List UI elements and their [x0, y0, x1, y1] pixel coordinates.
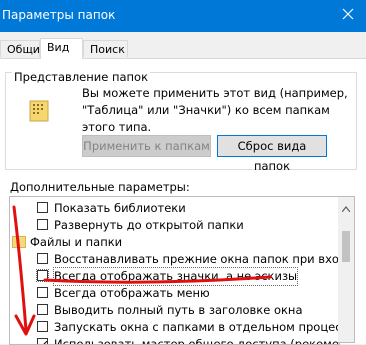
list-scrollbar[interactable] [338, 196, 355, 343]
advanced-settings-list: Показать библиотеки Развернуть до открыт… [9, 196, 340, 345]
list-item[interactable]: Показать библиотеки [10, 200, 330, 217]
tab-general[interactable]: Общие [0, 40, 47, 57]
checkbox[interactable] [37, 253, 48, 264]
reset-folders-button[interactable]: Сброс вида папок [217, 135, 327, 173]
list-item[interactable]: Запускать окна с папками в отдельном про… [10, 319, 339, 336]
scroll-up-icon[interactable] [341, 201, 351, 213]
list-item[interactable]: Восстанавливать прежние окна папок при в… [10, 251, 339, 268]
title-bar: Параметры папок [0, 0, 366, 32]
close-icon[interactable] [338, 4, 358, 24]
scroll-thumb[interactable] [342, 231, 350, 262]
list-item-label: Выводить полный путь в заголовке окна [54, 303, 303, 317]
list-item-label: Всегда отображать значки, а не эскизы [52, 267, 299, 286]
list-item-label: Показать библиотеки [54, 201, 186, 215]
list-item-label: Файлы и папки [30, 235, 123, 249]
list-item[interactable]: Выводить полный путь в заголовке окна [10, 302, 330, 319]
folder-views-description: Вы можете применить этот вид (например, … [82, 86, 348, 134]
list-item[interactable]: Всегда отображать меню [10, 285, 330, 302]
advanced-settings-label: Дополнительные параметры: [10, 180, 190, 194]
checkbox[interactable] [37, 287, 48, 298]
apply-to-folders-button[interactable]: Применить к папкам [82, 135, 211, 157]
checkbox[interactable] [36, 269, 49, 282]
folder-views-icon [29, 98, 49, 122]
list-item[interactable]: Всегда отображать значки, а не эскизы [10, 267, 330, 286]
list-item[interactable]: Развернуть до открытой папки [10, 217, 330, 234]
list-item[interactable]: Использовать мастер общего доступа (реко… [10, 336, 339, 344]
list-item-label: Восстанавливать прежние окна папок при в… [54, 252, 339, 266]
list-item-label: Всегда отображать меню [54, 286, 210, 300]
checkbox[interactable] [37, 202, 48, 213]
checkbox[interactable] [37, 338, 48, 344]
list-item-label: Развернуть до открытой папки [54, 218, 244, 232]
list-group-header: Файлы и папки [10, 234, 330, 251]
tab-strip: Общие Вид Поиск [0, 38, 366, 59]
list-item-label: Запускать окна с папками в отдельном про… [54, 320, 340, 334]
checkbox[interactable] [37, 304, 48, 315]
folder-icon [12, 236, 26, 248]
window-title: Параметры папок [2, 8, 116, 22]
checkbox[interactable] [37, 219, 48, 230]
tab-view[interactable]: Вид [40, 38, 83, 59]
list-item-label: Использовать мастер общего доступа (реко… [54, 337, 339, 345]
checkbox[interactable] [37, 321, 48, 332]
folder-views-label: Представление папок [12, 70, 151, 84]
tab-search[interactable]: Поиск [83, 40, 128, 57]
